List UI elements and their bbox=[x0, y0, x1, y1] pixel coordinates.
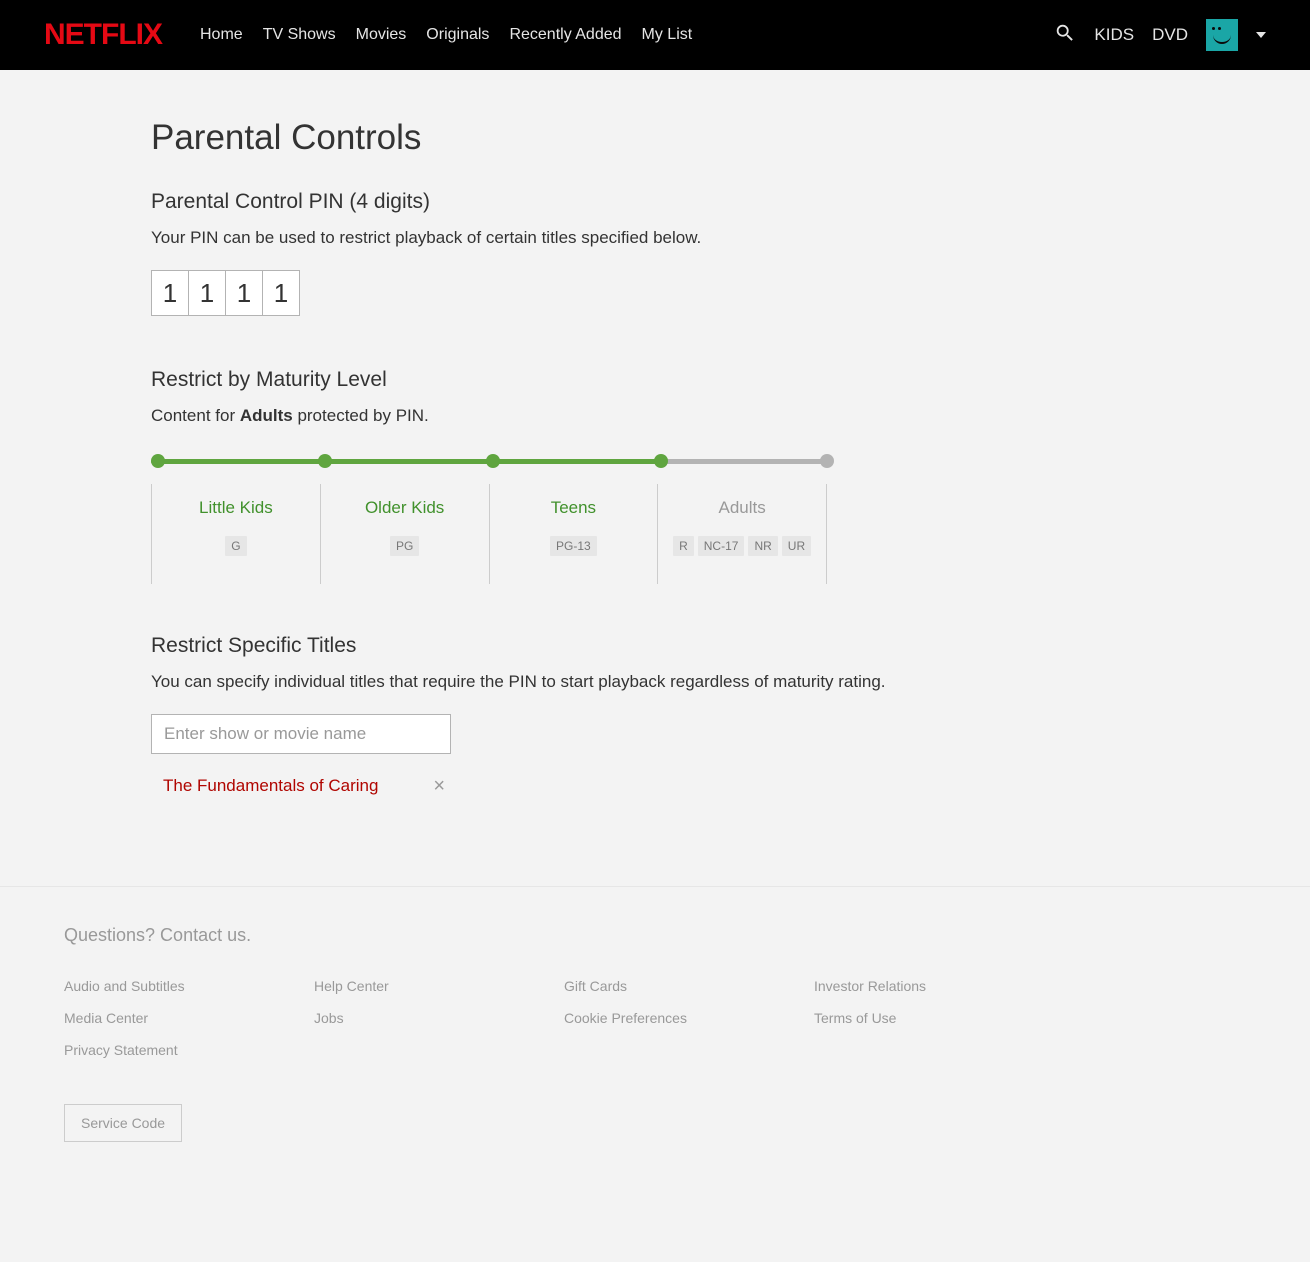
nav-tv-shows[interactable]: TV Shows bbox=[263, 26, 336, 44]
rating-tag: UR bbox=[782, 536, 811, 556]
restricted-title-name: The Fundamentals of Caring bbox=[163, 776, 378, 796]
slider-track-active bbox=[151, 459, 661, 464]
rating-tag: NR bbox=[748, 536, 777, 556]
pin-digit-3[interactable]: 1 bbox=[225, 270, 263, 316]
header-right: KIDS DVD bbox=[1054, 19, 1266, 51]
footer-link-investor[interactable]: Investor Relations bbox=[814, 978, 1064, 994]
category-label: Older Kids bbox=[327, 498, 483, 518]
footer-link-media-center[interactable]: Media Center bbox=[64, 1010, 314, 1026]
profile-avatar[interactable] bbox=[1206, 19, 1238, 51]
netflix-logo[interactable]: NETFLIX bbox=[44, 18, 162, 52]
dvd-link[interactable]: DVD bbox=[1152, 25, 1188, 45]
footer-link-gift-cards[interactable]: Gift Cards bbox=[564, 978, 814, 994]
nav-home[interactable]: Home bbox=[200, 26, 243, 44]
service-code-button[interactable]: Service Code bbox=[64, 1104, 182, 1142]
nav-originals[interactable]: Originals bbox=[426, 26, 489, 44]
rating-tag: G bbox=[225, 536, 246, 556]
slider-node-teens[interactable] bbox=[486, 454, 500, 468]
maturity-heading: Restrict by Maturity Level bbox=[151, 368, 1159, 392]
category-teens[interactable]: Teens PG-13 bbox=[489, 484, 658, 584]
footer-link-privacy[interactable]: Privacy Statement bbox=[64, 1042, 314, 1058]
pin-description: Your PIN can be used to restrict playbac… bbox=[151, 228, 1159, 248]
maturity-desc-prefix: Content for bbox=[151, 406, 240, 425]
footer: Questions? Contact us. Audio and Subtitl… bbox=[0, 886, 1310, 1262]
maturity-desc-suffix: protected by PIN. bbox=[293, 406, 429, 425]
rating-tag: PG-13 bbox=[550, 536, 597, 556]
slider-node-end[interactable] bbox=[820, 454, 834, 468]
ratings: R NC-17 NR UR bbox=[664, 536, 820, 556]
footer-link-terms[interactable]: Terms of Use bbox=[814, 1010, 1064, 1026]
pin-digit-1[interactable]: 1 bbox=[151, 270, 189, 316]
restricted-title-row: The Fundamentals of Caring × bbox=[151, 776, 451, 796]
maturity-categories: Little Kids G Older Kids PG Teens PG-13 … bbox=[151, 484, 827, 584]
rating-tag: NC-17 bbox=[698, 536, 745, 556]
remove-title-icon[interactable]: × bbox=[433, 776, 445, 796]
category-label: Adults bbox=[664, 498, 820, 518]
titles-description: You can specify individual titles that r… bbox=[151, 672, 1159, 692]
ratings: PG-13 bbox=[496, 536, 652, 556]
ratings: G bbox=[158, 536, 314, 556]
footer-link-cookie[interactable]: Cookie Preferences bbox=[564, 1010, 814, 1026]
footer-link-audio-subtitles[interactable]: Audio and Subtitles bbox=[64, 978, 314, 994]
ratings: PG bbox=[327, 536, 483, 556]
category-label: Teens bbox=[496, 498, 652, 518]
footer-link-help-center[interactable]: Help Center bbox=[314, 978, 564, 994]
search-icon[interactable] bbox=[1054, 22, 1076, 49]
maturity-slider[interactable] bbox=[151, 454, 827, 468]
slider-node-older-kids[interactable] bbox=[318, 454, 332, 468]
main-content: Parental Controls Parental Control PIN (… bbox=[151, 70, 1159, 886]
category-label: Little Kids bbox=[158, 498, 314, 518]
pin-heading: Parental Control PIN (4 digits) bbox=[151, 190, 1159, 214]
title-search-input[interactable] bbox=[151, 714, 451, 754]
titles-heading: Restrict Specific Titles bbox=[151, 634, 1159, 658]
maturity-description: Content for Adults protected by PIN. bbox=[151, 406, 1159, 426]
maturity-desc-bold: Adults bbox=[240, 406, 293, 425]
category-adults[interactable]: Adults R NC-17 NR UR bbox=[657, 484, 827, 584]
slider-node-adults[interactable] bbox=[654, 454, 668, 468]
profile-caret-icon[interactable] bbox=[1256, 32, 1266, 38]
pin-digit-2[interactable]: 1 bbox=[188, 270, 226, 316]
footer-link-jobs[interactable]: Jobs bbox=[314, 1010, 564, 1026]
footer-links: Audio and Subtitles Help Center Gift Car… bbox=[64, 978, 1246, 1058]
footer-question[interactable]: Questions? Contact us. bbox=[64, 925, 1246, 946]
page-title: Parental Controls bbox=[151, 118, 1159, 158]
kids-link[interactable]: KIDS bbox=[1094, 25, 1134, 45]
nav-movies[interactable]: Movies bbox=[356, 26, 407, 44]
category-little-kids[interactable]: Little Kids G bbox=[151, 484, 320, 584]
pin-input-group: 1 1 1 1 bbox=[151, 270, 1159, 316]
category-older-kids[interactable]: Older Kids PG bbox=[320, 484, 489, 584]
rating-tag: PG bbox=[390, 536, 419, 556]
nav-my-list[interactable]: My List bbox=[642, 26, 693, 44]
primary-nav: Home TV Shows Movies Originals Recently … bbox=[200, 26, 692, 44]
slider-node-little-kids[interactable] bbox=[151, 454, 165, 468]
pin-digit-4[interactable]: 1 bbox=[262, 270, 300, 316]
rating-tag: R bbox=[673, 536, 694, 556]
header: NETFLIX Home TV Shows Movies Originals R… bbox=[0, 0, 1310, 70]
nav-recently-added[interactable]: Recently Added bbox=[509, 26, 621, 44]
